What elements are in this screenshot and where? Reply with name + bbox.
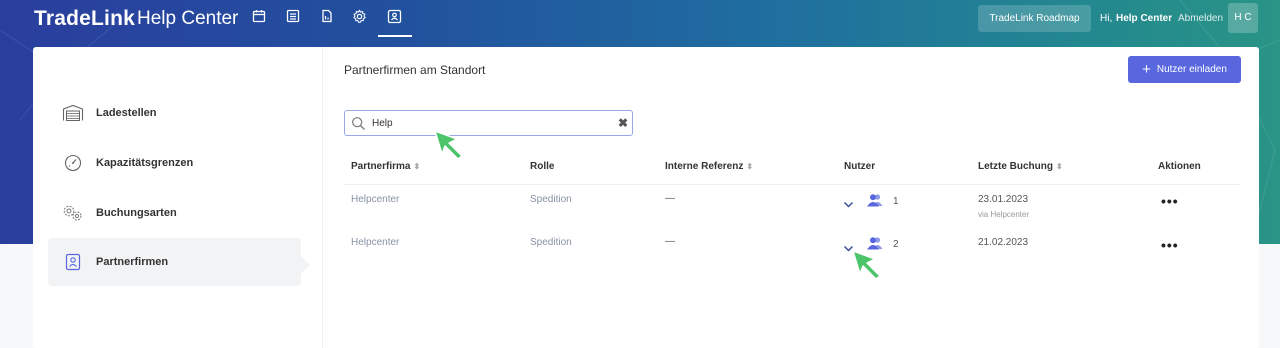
column-header-nutzer: Nutzer (844, 161, 875, 172)
loading-dock-icon (62, 102, 84, 124)
column-header-label: Partnerfirma (351, 161, 411, 172)
company-link[interactable]: Helpcenter (351, 194, 399, 205)
plus-icon: + (1142, 61, 1151, 78)
column-header-letzte-buchung[interactable]: Letzte Buchung ⬍ (978, 161, 1063, 172)
column-header-label: Rolle (530, 161, 555, 172)
logout-link[interactable]: Abmelden (1178, 13, 1223, 24)
column-header-aktionen: Aktionen (1158, 161, 1201, 172)
search-input[interactable] (372, 115, 612, 131)
last-booking-date: 21.02.2023 (978, 237, 1029, 248)
company-link[interactable]: Helpcenter (351, 237, 399, 248)
sort-icon: ⬍ (1056, 162, 1063, 171)
settings-sidebar: Ladestellen Kapazitätsgrenzen Buchungsar… (33, 47, 323, 348)
sort-icon: ⬍ (746, 162, 754, 171)
document-icon[interactable] (320, 9, 336, 25)
column-header-label: Nutzer (844, 161, 876, 172)
reference-cell: — (665, 193, 675, 204)
sidebar-item-label: Ladestellen (96, 107, 157, 119)
gear-icon[interactable] (352, 9, 368, 25)
column-header-label: Aktionen (1158, 161, 1201, 172)
calendar-icon[interactable] (252, 9, 268, 25)
gauge-icon (62, 152, 84, 174)
invite-user-label: Nutzer einladen (1156, 64, 1227, 75)
list-icon[interactable] (286, 9, 302, 25)
active-item-pointer (301, 256, 310, 274)
row-actions-menu[interactable]: ••• (1161, 193, 1179, 209)
column-header-interne-referenz[interactable]: Interne Referenz ⬍ (665, 161, 753, 172)
sidebar-item-label: Buchungsarten (96, 207, 177, 219)
sidebar-item-kapazitaetsgrenzen[interactable]: Kapazitätsgrenzen (48, 139, 301, 187)
contact-card-icon (62, 251, 84, 273)
top-bar: TradeLink Help Center TradeLink Roadmap … (0, 0, 1280, 40)
column-header-label: Letzte Buchung (978, 161, 1053, 172)
contact-card-icon[interactable] (387, 9, 403, 25)
sidebar-item-label: Kapazitätsgrenzen (96, 157, 194, 169)
app-subtitle: Help Center (137, 8, 239, 29)
avatar[interactable]: H C (1228, 3, 1258, 33)
user-count: 2 (893, 239, 899, 250)
column-header-rolle: Rolle (530, 161, 554, 172)
roadmap-button[interactable]: TradeLink Roadmap (978, 5, 1091, 32)
table-divider (344, 184, 1240, 185)
gears-icon (62, 202, 84, 224)
column-header-partnerfirma[interactable]: Partnerfirma ⬍ (351, 161, 420, 172)
search-icon (351, 116, 366, 136)
sidebar-item-ladestellen[interactable]: Ladestellen (48, 89, 301, 137)
app-logo[interactable]: TradeLink (34, 7, 135, 31)
row-actions-menu[interactable]: ••• (1161, 237, 1179, 253)
role-cell: Spedition (530, 237, 572, 248)
search-box: ✖ (344, 110, 633, 136)
role-cell: Spedition (530, 194, 572, 205)
sort-icon: ⬍ (413, 162, 421, 171)
column-header-label: Interne Referenz (665, 161, 744, 172)
user-name: Help Center (1116, 13, 1173, 24)
nav-active-indicator (378, 35, 412, 37)
page-title: Partnerfirmen am Standort (344, 63, 486, 77)
last-booking-date: 23.01.2023 (978, 194, 1029, 205)
sidebar-item-label: Partnerfirmen (96, 256, 169, 268)
greeting-text: Hi, (1100, 13, 1113, 24)
clear-search-icon[interactable]: ✖ (618, 116, 628, 130)
invite-user-button[interactable]: + Nutzer einladen (1128, 56, 1241, 83)
user-count: 1 (893, 196, 899, 207)
sidebar-item-partnerfirmen[interactable]: Partnerfirmen (48, 238, 301, 286)
cursor-arrow-icon (432, 128, 466, 167)
sidebar-item-buchungsarten[interactable]: Buchungsarten (48, 189, 301, 237)
reference-cell: — (665, 236, 675, 247)
users-icon (865, 193, 885, 212)
booking-note: via Helpcenter (978, 210, 1030, 219)
chevron-down-icon[interactable] (843, 196, 854, 214)
cursor-arrow-icon (850, 248, 884, 287)
